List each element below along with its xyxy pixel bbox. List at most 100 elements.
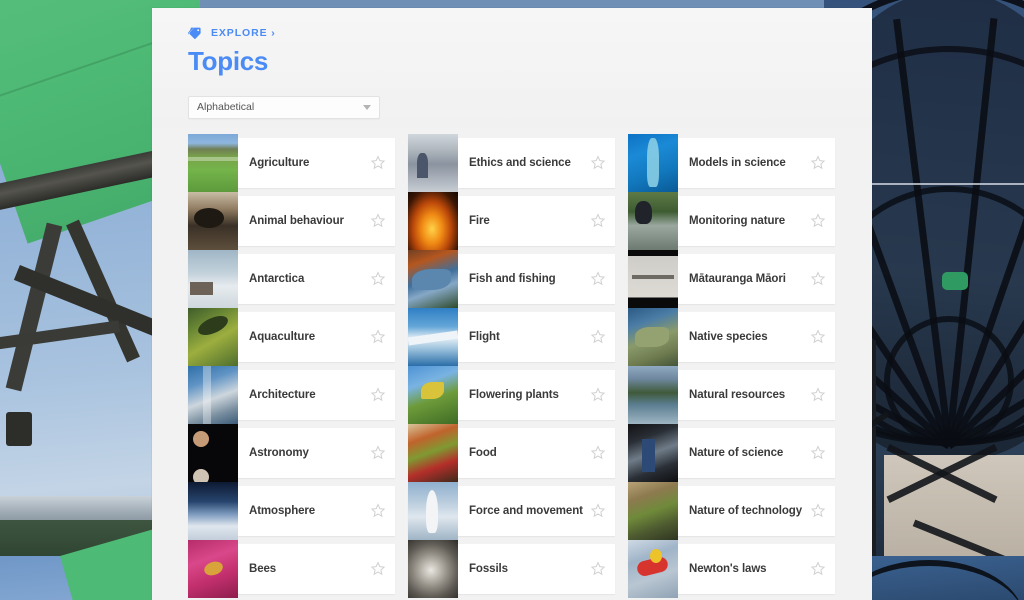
breadcrumb-label: EXPLORE ›: [211, 27, 276, 39]
animal-behaviour-thumbnail: [188, 191, 238, 250]
topic-label: Flowering plants: [469, 388, 559, 401]
topic-card-flight[interactable]: Flight: [408, 307, 615, 366]
favourite-star-icon[interactable]: [370, 213, 386, 229]
favourite-star-icon[interactable]: [590, 561, 606, 577]
flowering-plants-thumbnail: [408, 365, 458, 424]
favourite-star-icon[interactable]: [810, 271, 826, 287]
topic-label: Ethics and science: [469, 156, 571, 169]
native-species-thumbnail: [628, 307, 678, 366]
page-title: Topics: [188, 46, 269, 76]
topic-card-ethics-and-science[interactable]: Ethics and science: [408, 133, 615, 192]
topic-label: Agriculture: [249, 156, 310, 169]
favourite-star-icon[interactable]: [810, 329, 826, 345]
fish-and-fishing-thumbnail: [408, 249, 458, 308]
topic-card-aquaculture[interactable]: Aquaculture: [188, 307, 395, 366]
antarctica-thumbnail: [188, 249, 238, 308]
topic-card-antarctica[interactable]: Antarctica: [188, 249, 395, 308]
topic-label: Monitoring nature: [689, 214, 786, 227]
favourite-star-icon[interactable]: [590, 387, 606, 403]
topic-label: Fire: [469, 214, 490, 227]
topic-label: Bees: [249, 562, 277, 575]
topic-label: Force and movement: [469, 504, 583, 517]
astronomy-thumbnail: [188, 423, 238, 482]
topic-card-atmosphere[interactable]: Atmosphere: [188, 481, 395, 540]
favourite-star-icon[interactable]: [590, 213, 606, 229]
favourite-star-icon[interactable]: [590, 445, 606, 461]
content-panel: EXPLORE › Topics Alphabetical Agricultur…: [152, 8, 872, 600]
topic-label: Architecture: [249, 388, 316, 401]
favourite-star-icon[interactable]: [810, 561, 826, 577]
topic-label: Models in science: [689, 156, 786, 169]
topic-label: Nature of science: [689, 446, 784, 459]
favourite-star-icon[interactable]: [590, 503, 606, 519]
topic-label: Nature of technology: [689, 504, 803, 517]
ethics-and-science-thumbnail: [408, 133, 458, 192]
topic-card-nature-of-science[interactable]: Nature of science: [628, 423, 835, 482]
topic-label: Aquaculture: [249, 330, 315, 343]
topic-card-animal-behaviour[interactable]: Animal behaviour: [188, 191, 395, 250]
topic-card-nature-of-technology[interactable]: Nature of technology: [628, 481, 835, 540]
topic-label: Astronomy: [249, 446, 309, 459]
topic-card-natural-resources[interactable]: Natural resources: [628, 365, 835, 424]
flight-thumbnail: [408, 307, 458, 366]
floodlight-fixture: [6, 412, 32, 446]
topic-card-monitoring-nature[interactable]: Monitoring nature: [628, 191, 835, 250]
natural-resources-thumbnail: [628, 365, 678, 424]
nature-of-technology-thumbnail: [628, 481, 678, 540]
topic-label: Native species: [689, 330, 768, 343]
topic-card-force-and-movement[interactable]: Force and movement: [408, 481, 615, 540]
food-thumbnail: [408, 423, 458, 482]
favourite-star-icon[interactable]: [810, 213, 826, 229]
force-and-movement-thumbnail: [408, 481, 458, 540]
topic-label: Flight: [469, 330, 500, 343]
topic-label: Natural resources: [689, 388, 786, 401]
topic-card-astronomy[interactable]: Astronomy: [188, 423, 395, 482]
topic-card-food[interactable]: Food: [408, 423, 615, 482]
aquaculture-thumbnail: [188, 307, 238, 366]
topic-card-architecture[interactable]: Architecture: [188, 365, 395, 424]
favourite-star-icon[interactable]: [810, 155, 826, 171]
topic-label: Antarctica: [249, 272, 305, 285]
topic-grid: Agriculture Ethics and science Models in…: [188, 133, 840, 598]
topic-card-native-species[interactable]: Native species: [628, 307, 835, 366]
topic-card-fish-and-fishing[interactable]: Fish and fishing: [408, 249, 615, 308]
green-cap-detail: [942, 272, 968, 290]
tag-icon: [188, 27, 203, 40]
favourite-star-icon[interactable]: [370, 445, 386, 461]
topic-label: Mātauranga Māori: [689, 272, 786, 285]
favourite-star-icon[interactable]: [370, 155, 386, 171]
topic-card-fire[interactable]: Fire: [408, 191, 615, 250]
sort-select[interactable]: Alphabetical: [188, 95, 380, 119]
favourite-star-icon[interactable]: [370, 387, 386, 403]
bees-thumbnail: [188, 539, 238, 598]
favourite-star-icon[interactable]: [370, 561, 386, 577]
favourite-star-icon[interactable]: [590, 271, 606, 287]
favourite-star-icon[interactable]: [370, 329, 386, 345]
favourite-star-icon[interactable]: [590, 155, 606, 171]
topic-label: Newton's laws: [689, 562, 767, 575]
topic-card-models-in-science[interactable]: Models in science: [628, 133, 835, 192]
favourite-star-icon[interactable]: [590, 329, 606, 345]
topic-card-bees[interactable]: Bees: [188, 539, 395, 598]
sort-control[interactable]: Alphabetical: [188, 95, 380, 119]
topic-card-agriculture[interactable]: Agriculture: [188, 133, 395, 192]
favourite-star-icon[interactable]: [810, 387, 826, 403]
models-in-science-thumbnail: [628, 133, 678, 192]
topic-label: Food: [469, 446, 497, 459]
topic-card-matauranga-maori[interactable]: Mātauranga Māori: [628, 249, 835, 308]
fire-thumbnail: [408, 191, 458, 250]
newtons-laws-thumbnail: [628, 539, 678, 598]
breadcrumb[interactable]: EXPLORE ›: [188, 24, 840, 42]
topic-label: Atmosphere: [249, 504, 316, 517]
favourite-star-icon[interactable]: [810, 445, 826, 461]
page-root: EXPLORE › Topics Alphabetical Agricultur…: [0, 0, 1024, 600]
architecture-thumbnail: [188, 365, 238, 424]
topic-card-newtons-laws[interactable]: Newton's laws: [628, 539, 835, 598]
favourite-star-icon[interactable]: [810, 503, 826, 519]
favourite-star-icon[interactable]: [370, 503, 386, 519]
favourite-star-icon[interactable]: [370, 271, 386, 287]
topic-card-fossils[interactable]: Fossils: [408, 539, 615, 598]
agriculture-thumbnail: [188, 133, 238, 192]
topic-card-flowering-plants[interactable]: Flowering plants: [408, 365, 615, 424]
nature-of-science-thumbnail: [628, 423, 678, 482]
